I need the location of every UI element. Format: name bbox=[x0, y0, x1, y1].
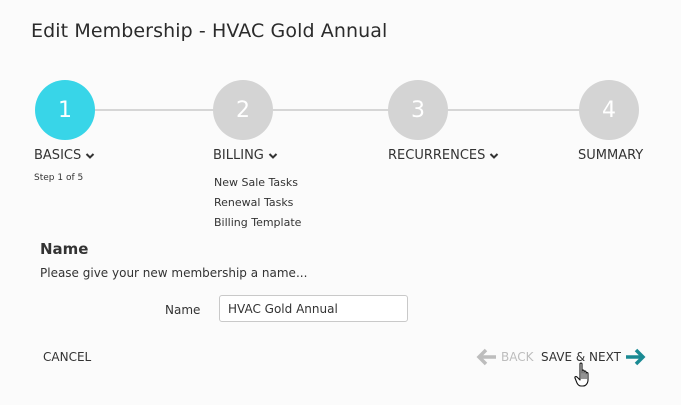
step-progress-text: Step 1 of 5 bbox=[34, 173, 84, 183]
chevron-down-icon bbox=[268, 152, 278, 159]
billing-subitem[interactable]: New Sale Tasks bbox=[214, 176, 301, 196]
cancel-button[interactable]: CANCEL bbox=[43, 350, 91, 364]
step-circle-summary[interactable]: 4 bbox=[579, 80, 639, 140]
arrow-right-icon bbox=[625, 348, 646, 366]
step-connector-2-3 bbox=[273, 109, 389, 111]
back-button[interactable]: BACK bbox=[476, 348, 533, 366]
step-number: 4 bbox=[602, 97, 616, 123]
billing-subitem[interactable]: Billing Template bbox=[214, 216, 301, 236]
step-label-basics[interactable]: BASICS bbox=[34, 148, 95, 163]
name-input[interactable] bbox=[219, 295, 408, 322]
step-label-text: BILLING bbox=[213, 148, 264, 163]
step-label-text: RECURRENCES bbox=[388, 148, 486, 163]
chevron-down-icon bbox=[490, 152, 499, 159]
step-circle-basics[interactable]: 1 bbox=[35, 80, 95, 140]
section-description: Please give your new membership a name..… bbox=[40, 266, 308, 280]
section-title: Name bbox=[40, 240, 89, 258]
step-label-recurrences[interactable]: RECURRENCES bbox=[388, 148, 499, 163]
billing-subitem[interactable]: Renewal Tasks bbox=[214, 196, 301, 216]
page-title: Edit Membership - HVAC Gold Annual bbox=[31, 20, 388, 42]
back-button-label: BACK bbox=[501, 350, 534, 364]
billing-subitems: New Sale Tasks Renewal Tasks Billing Tem… bbox=[214, 176, 301, 236]
step-number: 2 bbox=[236, 97, 250, 123]
step-label-text: BASICS bbox=[34, 148, 82, 163]
step-number: 3 bbox=[411, 97, 425, 123]
hand-pointer-icon bbox=[574, 362, 589, 387]
chevron-down-icon bbox=[86, 152, 95, 159]
step-label-summary[interactable]: SUMMARY bbox=[578, 148, 643, 163]
step-label-text: SUMMARY bbox=[578, 148, 644, 163]
step-circle-recurrences[interactable]: 3 bbox=[388, 80, 448, 140]
arrow-left-icon bbox=[476, 348, 496, 366]
step-connector-3-4 bbox=[447, 109, 580, 111]
step-label-billing[interactable]: BILLING bbox=[213, 148, 278, 163]
step-number: 1 bbox=[58, 97, 72, 123]
step-connector-1-2 bbox=[95, 109, 215, 111]
name-field-label: Name bbox=[165, 303, 201, 317]
step-circle-billing[interactable]: 2 bbox=[213, 80, 273, 140]
